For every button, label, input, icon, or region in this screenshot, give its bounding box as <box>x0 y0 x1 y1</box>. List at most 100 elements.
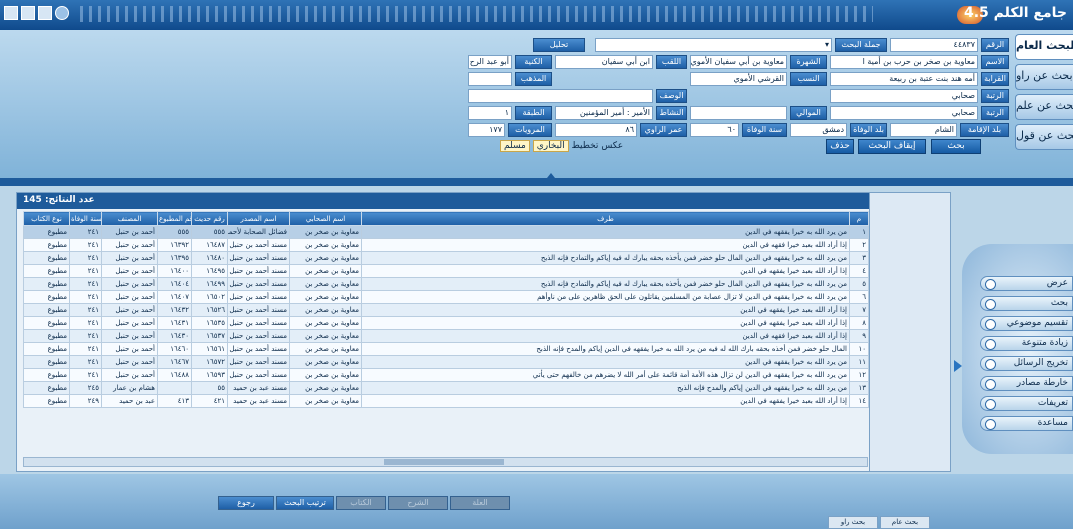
cell-print-no: ١٦٣٩٥ <box>157 251 192 265</box>
menu-item-search[interactable]: بحث <box>980 296 1073 311</box>
cell-tarf: من يرد الله به خيرا يفقهه في الدين <box>361 225 850 239</box>
minimize-window-button[interactable] <box>38 6 52 20</box>
menu-item-topical[interactable]: تقسيم موضوعي <box>980 316 1073 331</box>
analysis-label[interactable]: تحليل <box>533 38 585 52</box>
kinship-field[interactable]: أمه هند بنت عتبة بن ربيعة <box>830 72 978 86</box>
help-icon[interactable] <box>55 6 69 20</box>
collapse-arrow-icon[interactable] <box>543 173 559 183</box>
nasab-field[interactable]: القرشي الأموي <box>690 72 787 86</box>
tab-narrator-search[interactable]: بحث عن راو <box>1015 64 1073 90</box>
marwiyat-field[interactable]: ١٧٧ <box>468 123 505 137</box>
table-row[interactable]: مطبوع ٢٤١ أحمد بن حنبل ١٦٤٨٨ ١٦٥٩٣ مسند أحمد … <box>23 368 869 382</box>
cell-sahabi: معاوية بن صخر بن <box>289 316 362 330</box>
book-button[interactable]: الكتاب <box>336 496 386 510</box>
col-tarf[interactable]: طرف <box>361 211 850 226</box>
delete-button[interactable]: حذف <box>826 139 854 154</box>
results-body: مطبوع ٢٤١ أحمد بن حنبل ٥٥٥ ٥٥٥ فضائل الصحابة … <box>23 225 869 408</box>
tabaqa-label: الطبقة <box>515 106 552 120</box>
num-field[interactable]: ٤٤٨٣٧ <box>890 38 978 52</box>
scroll-thumb[interactable] <box>384 459 504 465</box>
book-option-reverse[interactable]: عكس <box>601 141 623 151</box>
menu-item-extras[interactable]: زيادة متنوعة <box>980 336 1073 351</box>
stop-search-button[interactable]: إيقاف البحث <box>858 139 926 154</box>
rutba-label: الرتبة <box>981 89 1009 103</box>
col-source[interactable]: اسم المصدر <box>227 211 290 226</box>
mawali-field[interactable] <box>690 106 787 120</box>
name-field[interactable]: معاوية بن صخر بن حرب بن أمية ا <box>830 55 978 69</box>
menu-item-label: تعريفات <box>1037 398 1068 408</box>
cell-sahabi: معاوية بن صخر بن <box>289 290 362 304</box>
menu-item-help[interactable]: مساعدة <box>980 416 1073 431</box>
back-button[interactable]: رجوع <box>218 496 274 510</box>
menu-item-label: مساعدة <box>1037 418 1068 428</box>
menu-arrow-icon[interactable] <box>954 360 962 372</box>
illa-button[interactable]: العلة <box>450 496 510 510</box>
table-row[interactable]: مطبوع ٢٤١ أحمد بن حنبل ١٦٤٣٢ ١٦٥٢٦ مسند أحمد … <box>23 303 869 317</box>
death-year-field[interactable]: ٦٠ <box>690 123 739 137</box>
wasf-field[interactable] <box>468 89 653 103</box>
tab-scholar-search[interactable]: بحث عن علم <box>1015 94 1073 120</box>
age-field[interactable]: ٨٦ <box>555 123 637 137</box>
col-sahabi[interactable]: اسم الصحابي <box>289 211 362 226</box>
status-general-search[interactable]: بحث عام <box>880 516 930 529</box>
cell-print-no: ٥٥٥ <box>157 225 192 239</box>
book-option-muslim[interactable]: مسلم <box>500 140 530 152</box>
horizontal-scrollbar[interactable] <box>23 457 868 467</box>
book-option-bukhari[interactable]: البخاري <box>532 140 569 152</box>
cell-death-year: ٢٤١ <box>69 290 102 304</box>
rutba-field[interactable]: صحابي <box>830 89 978 103</box>
menu-item-definitions[interactable]: تعريفات <box>980 396 1073 411</box>
col-print-no[interactable]: رقم المطبوع <box>157 211 192 226</box>
fame-field[interactable]: معاوية بن أبي سفيان الأموي <box>690 55 787 69</box>
cell-index: ١٤ <box>849 394 869 408</box>
table-row[interactable]: مطبوع ٢٤١ أحمد بن حنبل ١٦٣٩٢ ١٦٤٨٧ مسند أحمد … <box>23 238 869 252</box>
col-index[interactable]: م <box>849 211 869 226</box>
table-row[interactable]: مطبوع ٢٤١ أحمد بن حنبل ١٦٤٦٧ ١٦٥٧٢ مسند أحمد … <box>23 355 869 369</box>
col-death-year[interactable]: سنة الوفاة <box>69 211 102 226</box>
cell-author: أحمد بن حنبل <box>101 251 158 265</box>
table-row[interactable]: مطبوع ٢٤١ أحمد بن حنبل ١٦٤٣٠ ١٦٥٣٧ مسند أحمد … <box>23 329 869 343</box>
close-window-button[interactable] <box>4 6 18 20</box>
menu-item-takhrij[interactable]: تخريج الرسائل <box>980 356 1073 371</box>
menu-item-sources-map[interactable]: خارطة مصادر <box>980 376 1073 391</box>
nashat-field[interactable]: الأمير : أمير المؤمنين <box>555 106 653 120</box>
table-row[interactable]: مطبوع ٢٤١ أحمد بن حنبل ٥٥٥ ٥٥٥ فضائل الصحابة … <box>23 225 869 239</box>
rutba2-field[interactable]: صحابي <box>830 106 978 120</box>
cell-book-type: مطبوع <box>23 342 70 356</box>
cell-index: ٢ <box>849 238 869 252</box>
sharh-button[interactable]: الشرح <box>388 496 448 510</box>
death-country-field[interactable]: دمشق <box>790 123 847 137</box>
table-row[interactable]: مطبوع ٢٤٩ عبد بن حميد ٤١٣ ٤٢١ مسند عبد بن حمي… <box>23 394 869 408</box>
phrase-field[interactable]: ▾ <box>595 38 832 52</box>
cell-death-year: ٢٤١ <box>69 264 102 278</box>
tab-general-search[interactable]: البحث العام <box>1015 34 1073 60</box>
col-author[interactable]: المصنف <box>101 211 158 226</box>
table-row[interactable]: مطبوع ٢٤٥ هشام بن عمار ٥٥ مسند عبد بن حميد مع… <box>23 381 869 395</box>
table-row[interactable]: مطبوع ٢٤١ أحمد بن حنبل ١٦٤٦٠ ١٦٥٦١ مسند أحمد … <box>23 342 869 356</box>
laqab-field[interactable]: ابن أبي سفيان <box>555 55 653 69</box>
residence-field[interactable]: الشام <box>890 123 957 137</box>
table-row[interactable]: مطبوع ٢٤١ أحمد بن حنبل ١٦٤٠٠ ١٦٤٩٥ مسند أحمد … <box>23 264 869 278</box>
menu-item-view[interactable]: عرض <box>980 276 1073 291</box>
cell-sahabi: معاوية بن صخر بن <box>289 368 362 382</box>
table-row[interactable]: مطبوع ٢٤١ أحمد بن حنبل ١٦٣٩٥ ١٦٤٨٠ مسند أحمد … <box>23 251 869 265</box>
status-narrator-search[interactable]: بحث راو <box>828 516 878 529</box>
table-row[interactable]: مطبوع ٢٤١ أحمد بن حنبل ١٦٤٠٤ ١٦٤٩٩ مسند أحمد … <box>23 277 869 291</box>
table-row[interactable]: مطبوع ٢٤١ أحمد بن حنبل ١٦٤٠٧ ١٦٥٠٢ مسند أحمد … <box>23 290 869 304</box>
tabaqa-field[interactable]: ١ <box>468 106 512 120</box>
tab-saying-search[interactable]: بحث عن قول <box>1015 124 1073 150</box>
kunya-field[interactable]: أبو عبد الرح <box>468 55 512 69</box>
search-button[interactable]: بحث <box>931 139 981 154</box>
sort-search-button[interactable]: ترتيب البحث <box>276 496 334 510</box>
cell-tarf: المال حلو خضر فمن أخذه بحقه بارك الله له… <box>361 342 850 356</box>
cell-tarf: من يرد الله به خيرا يفقهه في الدين المال… <box>361 251 850 265</box>
cell-sahabi: معاوية بن صخر بن <box>289 277 362 291</box>
maximize-window-button[interactable] <box>21 6 35 20</box>
madhhab-field[interactable] <box>468 72 512 86</box>
table-row[interactable]: مطبوع ٢٤١ أحمد بن حنبل ١٦٤٣١ ١٦٥٣٥ مسند أحمد … <box>23 316 869 330</box>
col-hadith-no[interactable]: رقم حديث <box>191 211 228 226</box>
col-book-type[interactable]: نوع الكتاب <box>23 211 70 226</box>
cell-tarf: من يرد الله به خيرا يفقهه في الدين إياكم… <box>361 381 850 395</box>
cell-source: مسند أحمد بن حنبل <box>227 355 290 369</box>
cell-source: مسند أحمد بن حنبل <box>227 316 290 330</box>
